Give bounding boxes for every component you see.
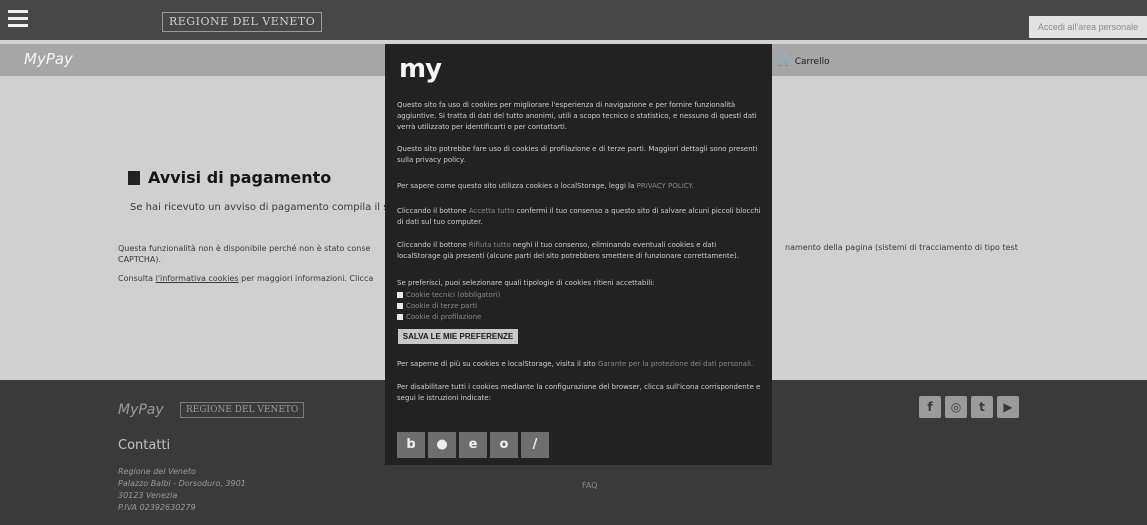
social-links: f ◎ t ▶: [919, 396, 1023, 418]
cookie-info-suffix: per maggiori informazioni. Clicca: [241, 274, 374, 283]
my-logo: my: [399, 54, 442, 84]
page-title: Avvisi di pagamento: [128, 168, 331, 187]
cookie-option-label: Cookie di terze parti: [406, 302, 478, 310]
firefox-icon[interactable]: ●: [428, 432, 456, 458]
cookie-info-prefix: Consulta: [118, 274, 154, 283]
mypay-logo[interactable]: MyPay: [24, 50, 73, 68]
address-line: P.IVA 02392630279: [118, 503, 196, 512]
cookie-text-4: Cliccando il bottone Accetta tutto confe…: [397, 206, 762, 228]
cookie-text-5-prefix: Cliccando il bottone: [397, 241, 467, 249]
garante-link[interactable]: Garante per la protezione dei dati perso…: [598, 360, 753, 368]
page-subtitle: Se hai ricevuto un avviso di pagamento c…: [130, 202, 408, 213]
contacts-title: Contatti: [118, 438, 171, 453]
footer-address: Regione del Veneto Palazzo Balbi - Dorso…: [118, 466, 246, 514]
cookie-option-label: Cookie tecnici (obbligatori): [406, 291, 501, 299]
cookie-info-notice: Consulta l'informativa cookies per maggi…: [118, 274, 373, 283]
instagram-icon[interactable]: ◎: [945, 396, 967, 418]
cookie-option-third-party[interactable]: Cookie di terze parti: [397, 302, 477, 310]
footer-mypay-logo: MyPay: [118, 402, 164, 418]
cookie-text-3: Per sapere come questo sito utilizza coo…: [397, 181, 762, 192]
chrome-icon[interactable]: b: [397, 432, 425, 458]
cookie-text-7: Per saperne di più su cookies e localSto…: [397, 359, 762, 370]
cookie-option-technical[interactable]: Cookie tecnici (obbligatori): [397, 291, 500, 299]
checkbox-checked[interactable]: [397, 303, 403, 309]
cookie-consent-dialog: my Questo sito fa uso di cookies per mig…: [385, 44, 772, 465]
reject-all-link[interactable]: Rifiuta tutto: [469, 241, 511, 249]
top-bar: REGIONE DEL VENETO Accedi all'area perso…: [0, 0, 1147, 40]
cookie-text-1: Questo sito fa uso di cookies per miglio…: [397, 101, 757, 131]
cookie-text-3-prefix: Per sapere come questo sito utilizza coo…: [397, 182, 635, 190]
checkbox-unchecked[interactable]: [397, 314, 403, 320]
youtube-icon[interactable]: ▶: [997, 396, 1019, 418]
cookie-text-8: Per disabilitare tutti i cookies mediant…: [397, 383, 761, 402]
captcha-notice: Questa funzionalità non è disponibile pe…: [118, 243, 418, 265]
safari-icon[interactable]: /: [521, 432, 549, 458]
address-line: Palazzo Balbi - Dorsoduro, 3901: [118, 479, 246, 488]
ie-icon[interactable]: e: [459, 432, 487, 458]
page-title-text: Avvisi di pagamento: [148, 168, 332, 187]
cookie-text-2: Questo sito potrebbe fare uso di cookies…: [397, 145, 758, 164]
cookie-text-6: Se preferisci, puoi selezionare quali ti…: [397, 279, 655, 287]
address-line: Regione del Veneto: [118, 467, 196, 476]
captcha-notice-right: namento della pagina (sistemi di traccia…: [785, 243, 1018, 252]
cookie-policy-link[interactable]: l'informativa cookies: [156, 274, 239, 283]
cart-label: Carrello: [794, 57, 830, 67]
cookie-text-5: Cliccando il bottone Rifiuta tutto neghi…: [397, 240, 762, 262]
facebook-icon[interactable]: f: [919, 396, 941, 418]
cart-link[interactable]: 🛒 Carrello: [778, 54, 830, 67]
cookie-text-4-prefix: Cliccando il bottone: [397, 207, 467, 215]
page: REGIONE DEL VENETO Accedi all'area perso…: [0, 0, 1147, 525]
captcha-notice-line2: CAPTCHA).: [118, 255, 162, 264]
personal-area-button[interactable]: Accedi all'area personale: [1029, 16, 1147, 38]
shopping-cart-icon: 🛒: [778, 54, 792, 67]
hamburger-icon[interactable]: [8, 10, 28, 28]
browser-icons: b ● e o /: [397, 432, 552, 458]
cookie-text-7-prefix: Per saperne di più su cookies e localSto…: [397, 360, 596, 368]
opera-icon[interactable]: o: [490, 432, 518, 458]
accept-all-link[interactable]: Accetta tutto: [469, 207, 515, 215]
cookie-option-label: Cookie di profilazione: [406, 313, 482, 321]
regione-veneto-logo[interactable]: REGIONE DEL VENETO: [162, 12, 323, 32]
privacy-policy-link[interactable]: PRIVACY POLICY.: [637, 182, 694, 190]
captcha-notice-line1: Questa funzionalità non è disponibile pe…: [118, 244, 371, 253]
footer-regione-logo[interactable]: REGIONE DEL VENETO: [180, 402, 305, 418]
twitter-icon[interactable]: t: [971, 396, 993, 418]
cookie-option-profiling[interactable]: Cookie di profilazione: [397, 313, 481, 321]
faq-link[interactable]: FAQ: [582, 481, 598, 490]
save-preferences-button[interactable]: SALVA LE MIE PREFERENZE: [398, 329, 518, 344]
address-line: 30123 Venezia: [118, 491, 178, 500]
checkbox-checked[interactable]: [397, 292, 403, 298]
document-icon: [128, 171, 140, 185]
